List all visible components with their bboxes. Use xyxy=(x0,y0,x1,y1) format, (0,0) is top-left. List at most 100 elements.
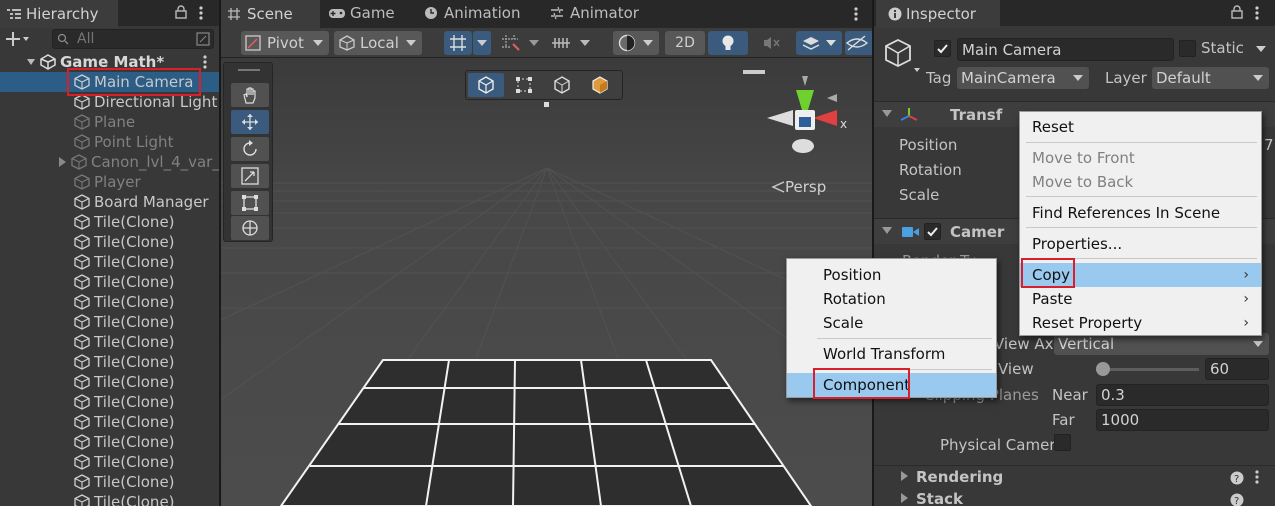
increment-snap-dropdown[interactable] xyxy=(526,31,542,55)
hierarchy-item[interactable]: Plane xyxy=(0,112,219,132)
hierarchy-item[interactable]: Tile(Clone) xyxy=(0,452,219,472)
grid-snap-toggle[interactable] xyxy=(444,31,472,55)
align-toggle[interactable] xyxy=(547,31,575,55)
overlay-rect-btn[interactable] xyxy=(506,73,542,97)
hierarchy-item[interactable]: Tile(Clone) xyxy=(0,332,219,352)
increment-snap-toggle[interactable] xyxy=(497,31,525,55)
scene-kebab-icon[interactable] xyxy=(202,54,208,70)
tab-animator[interactable]: Animator xyxy=(550,0,639,26)
menu-item-paste[interactable]: Paste › xyxy=(1020,287,1261,311)
physical-camera-checkbox[interactable] xyxy=(1054,434,1071,451)
menu-item-copy[interactable]: Copy › xyxy=(1020,263,1261,287)
lighting-toggle[interactable] xyxy=(708,31,748,55)
kebab-menu-icon[interactable] xyxy=(198,5,204,21)
menu-item-reset[interactable]: Reset xyxy=(1020,115,1261,139)
menu-item-properties[interactable]: Properties... xyxy=(1020,232,1261,256)
fov-slider-thumb[interactable] xyxy=(1096,362,1110,376)
near-field[interactable]: 0.3 xyxy=(1096,384,1269,406)
hierarchy-item[interactable]: Directional Light xyxy=(0,92,219,112)
submenu-item-component[interactable]: Component xyxy=(787,373,996,397)
scene-viewport[interactable]: x Persp xyxy=(221,58,872,506)
effects-dropdown[interactable] xyxy=(796,31,842,55)
hierarchy-item[interactable]: Tile(Clone) xyxy=(0,392,219,412)
grid-snap-dropdown[interactable] xyxy=(473,31,491,55)
scale-tool[interactable] xyxy=(231,164,269,188)
inspector-kebab-icon[interactable] xyxy=(1254,5,1260,21)
tab-hierarchy[interactable]: Hierarchy xyxy=(0,0,118,28)
hierarchy-item[interactable]: Tile(Clone) xyxy=(0,472,219,492)
hierarchy-item[interactable]: Player xyxy=(0,172,219,192)
layer-dropdown[interactable]: Default xyxy=(1152,67,1269,89)
hierarchy-item[interactable]: Tile(Clone) xyxy=(0,372,219,392)
submenu-item-position[interactable]: Position xyxy=(787,263,996,287)
static-dropdown-icon[interactable] xyxy=(1256,46,1266,53)
overlay-wire-btn[interactable] xyxy=(544,73,580,97)
object-name-field[interactable]: Main Camera xyxy=(957,38,1174,61)
tab-animation[interactable]: Animation xyxy=(424,0,520,26)
hierarchy-item[interactable]: Tile(Clone) xyxy=(0,252,219,272)
submenu-item-scale[interactable]: Scale xyxy=(787,311,996,335)
menu-item-move-to-front[interactable]: Move to Front xyxy=(1020,146,1261,170)
hierarchy-item[interactable]: Tile(Clone) xyxy=(0,292,219,312)
lock-icon[interactable] xyxy=(175,5,187,19)
stack-foldout[interactable]: Stack ? xyxy=(874,488,1275,506)
inspector-lock-icon[interactable] xyxy=(1231,5,1243,19)
hierarchy-item[interactable]: Board Manager xyxy=(0,192,219,212)
help-icon[interactable]: ? xyxy=(1230,493,1244,506)
hierarchy-item[interactable]: Point Light xyxy=(0,132,219,152)
rotate-tool[interactable] xyxy=(231,137,269,161)
hierarchy-item[interactable]: Main Camera xyxy=(0,72,219,92)
hierarchy-item[interactable]: Tile(Clone) xyxy=(0,412,219,432)
fov-field[interactable]: 60 xyxy=(1205,358,1269,380)
rendering-foldout[interactable]: Rendering ? xyxy=(874,466,1275,488)
audio-toggle[interactable] xyxy=(751,31,791,55)
hierarchy-item[interactable]: Tile(Clone) xyxy=(0,352,219,372)
scene-kebab-icon-top[interactable] xyxy=(853,6,859,22)
hand-tool[interactable] xyxy=(231,83,269,107)
menu-item-reset-property[interactable]: Reset Property › xyxy=(1020,311,1261,335)
transform-tool[interactable] xyxy=(231,216,269,240)
camera-enabled-checkbox[interactable] xyxy=(924,223,941,240)
hierarchy-item[interactable]: Tile(Clone) xyxy=(0,432,219,452)
hierarchy-item[interactable]: Canon_lvl_4_var_ xyxy=(0,152,219,172)
tag-dropdown[interactable]: MainCamera xyxy=(957,67,1089,89)
fov-slider-track[interactable] xyxy=(1096,368,1199,371)
rendering-kebab-icon[interactable] xyxy=(1254,469,1260,485)
scene-orientation-gizmo[interactable]: x xyxy=(761,74,857,160)
hierarchy-item[interactable]: Tile(Clone) xyxy=(0,312,219,332)
persp-toggle[interactable]: Persp xyxy=(771,178,826,196)
tab-game[interactable]: Game xyxy=(328,0,395,26)
tab-scene[interactable]: Scene xyxy=(221,0,320,28)
pivot-dropdown[interactable]: Pivot xyxy=(241,31,329,55)
align-dropdown[interactable] xyxy=(577,31,593,55)
mode-2d-toggle[interactable]: 2D xyxy=(665,31,705,55)
search-filter-icon[interactable] xyxy=(196,32,210,46)
tab-inspector[interactable]: Inspector xyxy=(876,0,1000,28)
expand-arrow-icon[interactable] xyxy=(0,157,71,167)
overlay-cube-btn[interactable] xyxy=(468,73,504,97)
hierarchy-item[interactable]: Tile(Clone) xyxy=(0,272,219,292)
active-checkbox[interactable] xyxy=(934,40,951,57)
fov-axis-dropdown[interactable]: Vertical xyxy=(1054,333,1269,355)
submenu-item-world-transform[interactable]: World Transform xyxy=(787,342,996,366)
rect-tool[interactable] xyxy=(231,191,269,215)
gameobject-cube-icon[interactable] xyxy=(884,38,920,74)
hierarchy-item[interactable]: Tile(Clone) xyxy=(0,212,219,232)
overlay-orange-btn[interactable] xyxy=(582,73,618,97)
palette-grip[interactable] xyxy=(238,69,260,71)
shading-mode-dropdown[interactable] xyxy=(613,31,659,55)
menu-item-find-references[interactable]: Find References In Scene xyxy=(1020,201,1261,225)
hierarchy-item[interactable]: Tile(Clone) xyxy=(0,492,219,506)
menu-item-move-to-back[interactable]: Move to Back xyxy=(1020,170,1261,194)
expand-arrow-icon[interactable] xyxy=(0,57,40,67)
submenu-item-rotation[interactable]: Rotation xyxy=(787,287,996,311)
local-dropdown[interactable]: Local xyxy=(334,31,422,55)
add-icon[interactable] xyxy=(6,30,30,48)
static-checkbox[interactable] xyxy=(1179,40,1196,57)
visibility-toggle[interactable] xyxy=(845,31,872,55)
hierarchy-search-input[interactable]: All xyxy=(52,29,214,49)
far-field[interactable]: 1000 xyxy=(1096,409,1269,431)
move-tool[interactable] xyxy=(231,110,269,134)
help-icon[interactable]: ? xyxy=(1230,471,1244,485)
hierarchy-item[interactable]: Tile(Clone) xyxy=(0,232,219,252)
